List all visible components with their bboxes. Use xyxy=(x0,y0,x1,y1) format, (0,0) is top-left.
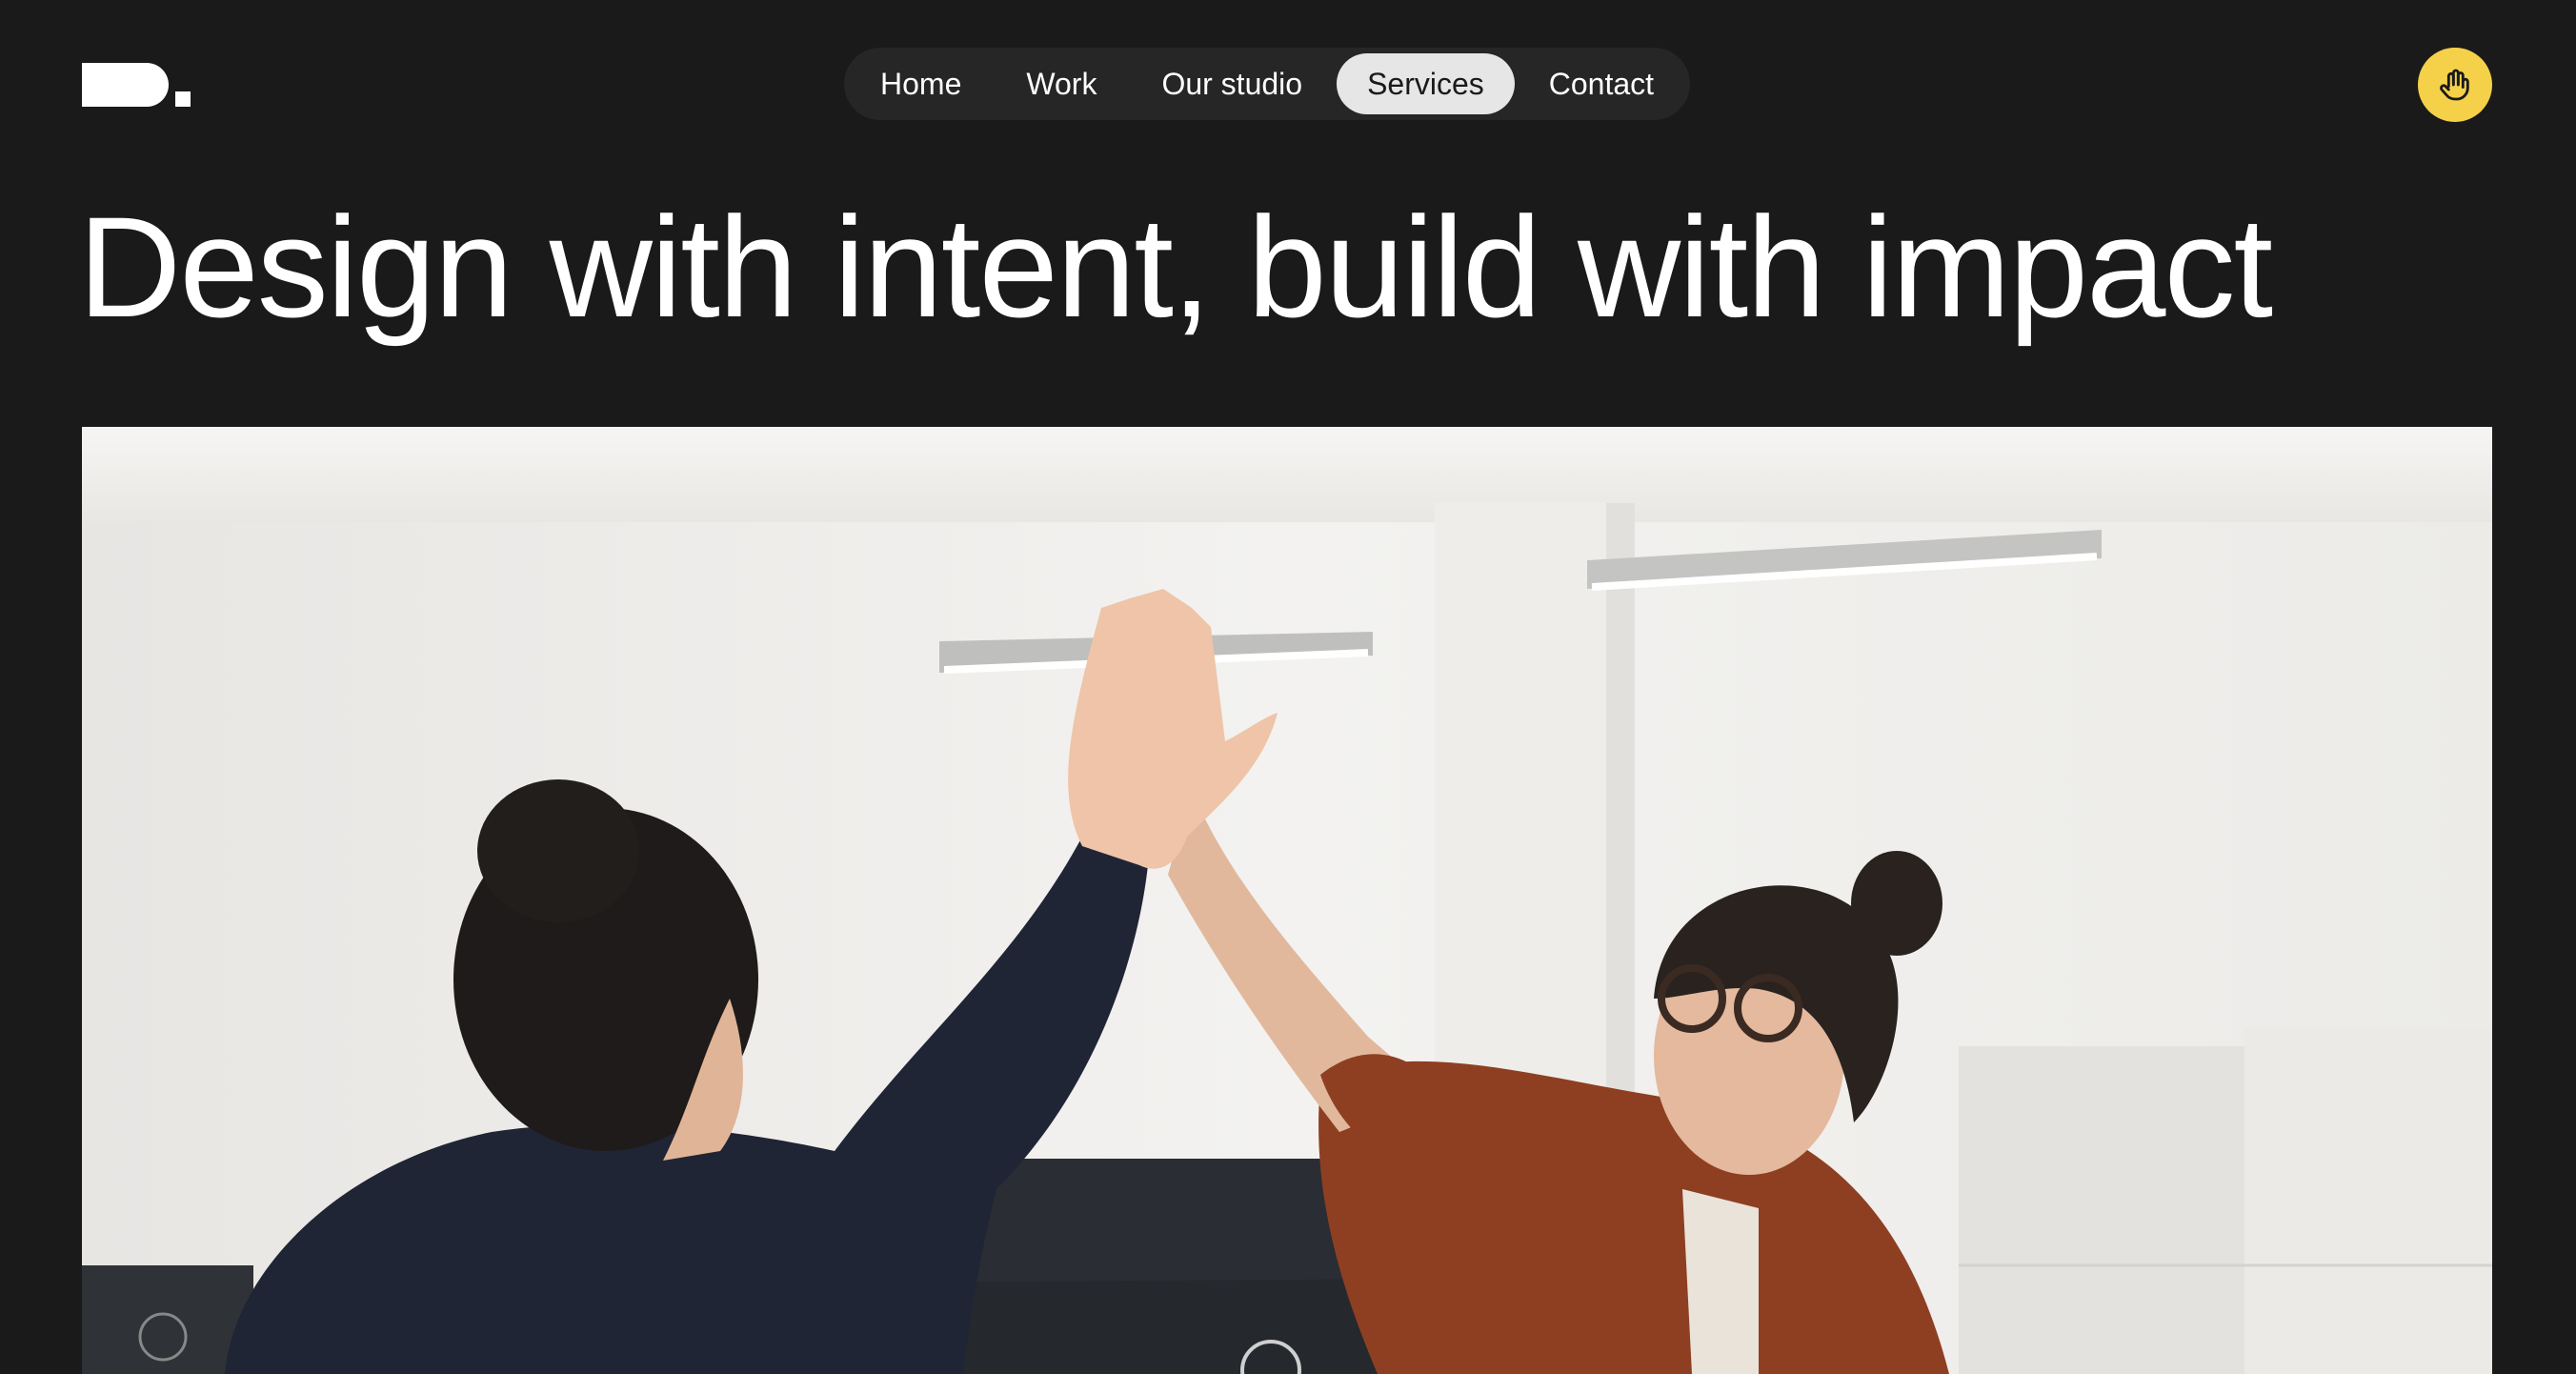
logo[interactable] xyxy=(82,63,192,109)
hero-image xyxy=(82,427,2492,1374)
nav-our-studio[interactable]: Our studio xyxy=(1131,53,1333,114)
nav-home[interactable]: Home xyxy=(850,53,992,114)
nav-work[interactable]: Work xyxy=(996,53,1127,114)
page: Home Work Our studio Services Contact De… xyxy=(0,0,2576,1374)
main-nav: Home Work Our studio Services Contact xyxy=(844,48,1691,120)
page-headline: Design with intent, build with impact xyxy=(78,187,2273,347)
nav-services[interactable]: Services xyxy=(1337,53,1515,114)
hand-wave-icon xyxy=(2440,69,2469,101)
contact-hand-button[interactable] xyxy=(2418,48,2492,122)
nav-contact[interactable]: Contact xyxy=(1519,53,1684,114)
